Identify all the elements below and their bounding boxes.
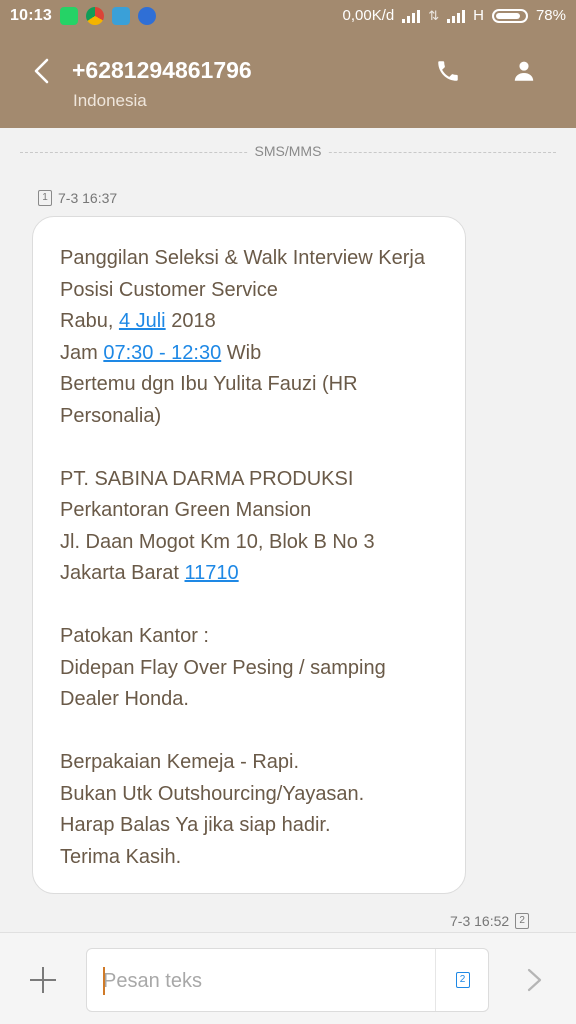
message-line: Terima Kasih.: [60, 845, 182, 868]
incoming-timestamp: 7-3 16:37: [58, 190, 118, 206]
sim-select-button[interactable]: 2: [435, 949, 489, 1011]
message-line: Bertemu dgn Ibu Yulita Fauzi (HR: [60, 373, 358, 395]
message-line: Posisi Customer Service: [60, 278, 278, 301]
outgoing-timestamp: 7-3 16:52: [450, 913, 510, 929]
signal-icon-2: [447, 9, 466, 23]
message-line: Harap Balas Ya jika siap hadir.: [60, 814, 331, 836]
chrome-icon: [86, 7, 104, 25]
message-gap: [60, 716, 450, 748]
app-notification-icon: [112, 7, 130, 25]
message-text: Panggilan Seleksi & Walk Interview Kerja…: [60, 243, 450, 873]
message-line: Perkantoran Green Mansion: [60, 499, 312, 521]
battery-level: 78%: [535, 7, 566, 24]
number-link[interactable]: 11710: [185, 562, 239, 584]
message-line: Berpakaian Kemeja - Rapi.: [60, 751, 300, 773]
status-time: 10:13: [10, 7, 52, 24]
whatsapp-icon: [60, 7, 78, 25]
signal-icon: [402, 9, 421, 23]
message-text-part: Rabu,: [60, 310, 119, 332]
divider-label-wrap: SMS/MMS: [0, 143, 576, 159]
message-composer: 2: [0, 932, 576, 1024]
contact-location: Indonesia: [73, 91, 147, 110]
message-input-box[interactable]: 2: [86, 948, 489, 1012]
status-bar: 10:13 0,00K/d ⇅ H 78%: [0, 0, 576, 34]
network-speed: 0,00K/d: [342, 7, 395, 24]
message-line: Jakarta Barat 11710: [60, 558, 450, 590]
message-line: Rabu, 4 Juli 2018: [60, 306, 450, 338]
message-text-part: Wib: [221, 341, 262, 364]
plus-icon[interactable]: [30, 967, 56, 993]
outgoing-timestamp-row: 7-3 16:52 2: [450, 913, 530, 929]
message-line: Patokan Kantor :: [60, 625, 209, 647]
message-line: Didepan Flay Over Pesing / samping: [60, 656, 386, 679]
contact-number: +6281294861796: [72, 57, 252, 83]
message-text-part: Jakarta Barat: [60, 562, 185, 584]
divider-label: SMS/MMS: [248, 143, 328, 159]
date-link[interactable]: 4 Juli: [119, 310, 166, 332]
sim-card-icon: 1: [38, 190, 52, 206]
text-cursor: [103, 967, 105, 995]
status-right: 0,00K/d ⇅ H 78%: [343, 7, 567, 24]
message-line: Jl. Daan Mogot Km 10, Blok B No 3: [60, 530, 375, 553]
sim-card-icon: 2: [455, 972, 470, 988]
message-line: Personalia): [60, 404, 162, 427]
network-type: H: [473, 7, 484, 24]
message-gap: [60, 432, 450, 464]
message-input[interactable]: [103, 967, 423, 995]
chevron-left-icon[interactable]: [30, 56, 54, 86]
time-link[interactable]: 07:30 - 12:30: [103, 342, 221, 364]
message-line: PT. SABINA DARMA PRODUKSI: [60, 467, 354, 490]
incoming-timestamp-row: 1 7-3 16:37: [38, 190, 117, 206]
message-text-part: 2018: [165, 310, 216, 332]
battery-icon: [491, 8, 528, 23]
person-icon[interactable]: [511, 58, 537, 84]
message-line: Panggilan Seleksi & Walk Interview Kerja: [60, 247, 425, 269]
phone-icon[interactable]: [435, 58, 461, 84]
message-line: Bukan Utk Outshourcing/Yayasan.: [60, 782, 365, 805]
app-notification-icon-2: [138, 7, 156, 25]
message-text-part: Jam: [60, 341, 104, 364]
data-arrows-icon: ⇅: [428, 7, 440, 23]
message-line: Jam 07:30 - 12:30 Wib: [60, 338, 450, 370]
message-line: Dealer Honda.: [60, 688, 189, 710]
message-bubble[interactable]: Panggilan Seleksi & Walk Interview Kerja…: [32, 216, 466, 894]
message-gap: [60, 590, 450, 622]
sim-card-icon: 2: [515, 913, 530, 929]
chevron-right-icon[interactable]: [522, 967, 546, 993]
app-header: 10:13 0,00K/d ⇅ H 78% +6281294861796 Ind…: [0, 0, 576, 128]
